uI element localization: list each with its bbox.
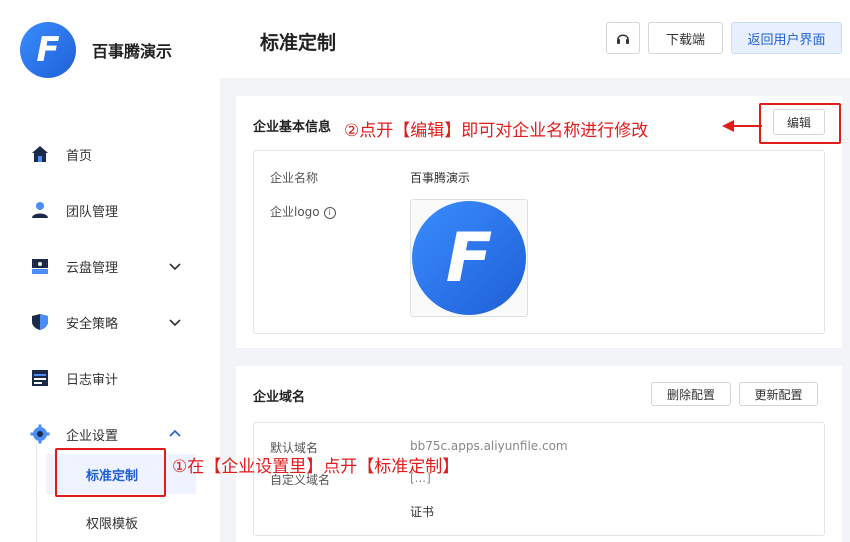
sidebar-subitem-label: 权限模板 bbox=[86, 516, 139, 532]
submenu-guide-line bbox=[36, 444, 37, 542]
enterprise-logo-label: 企业logo i bbox=[270, 203, 336, 220]
chevron-up-icon[interactable] bbox=[168, 427, 182, 441]
brand: F 百事腾演示 bbox=[20, 22, 172, 78]
header: 标准定制 下载端 返回用户界面 bbox=[220, 0, 850, 78]
edit-highlight-box bbox=[759, 103, 841, 144]
default-domain-value: bb75c.apps.aliyunfile.com bbox=[410, 439, 568, 453]
download-client-button[interactable]: 下载端 bbox=[648, 22, 723, 54]
certificate-label: 证书 bbox=[410, 505, 435, 519]
sidebar-item-label: 首页 bbox=[66, 148, 93, 164]
update-config-button[interactable]: 更新配置 bbox=[739, 382, 818, 406]
page-title: 标准定制 bbox=[260, 32, 337, 54]
sidebar-item-label: 安全策略 bbox=[66, 316, 119, 332]
domain-panel: 默认域名 bb75c.apps.aliyunfile.com 自定义域名 [..… bbox=[253, 422, 825, 536]
user-icon bbox=[30, 200, 50, 220]
sidebar-item-label: 企业设置 bbox=[66, 428, 119, 444]
sidebar-subitem-permission-template[interactable]: 权限模板 bbox=[46, 502, 196, 542]
arrow-left-icon bbox=[722, 120, 762, 132]
sidebar-item-security[interactable]: 安全策略 bbox=[0, 302, 220, 342]
sidebar-item-home[interactable]: 首页 bbox=[0, 134, 220, 174]
sidebar-item-log-audit[interactable]: 日志审计 bbox=[0, 358, 220, 398]
domain-title: 企业域名 bbox=[253, 390, 306, 405]
brand-logo: F bbox=[20, 22, 76, 78]
enterprise-logo-label-text: 企业logo bbox=[270, 205, 320, 219]
basic-info-panel: 企业名称 百事腾演示 企业logo i F bbox=[253, 150, 825, 334]
enterprise-logo: F bbox=[412, 201, 526, 315]
home-icon bbox=[30, 144, 50, 164]
sidebar-item-cloud-drive[interactable]: 云盘管理 bbox=[0, 246, 220, 286]
return-user-interface-button[interactable]: 返回用户界面 bbox=[731, 22, 842, 54]
log-icon bbox=[30, 368, 50, 388]
settings-hint-annotation: ①在【企业设置里】点开【标准定制】 bbox=[172, 457, 460, 477]
enterprise-name-label: 企业名称 bbox=[270, 171, 319, 185]
delete-config-button[interactable]: 删除配置 bbox=[651, 382, 731, 406]
chevron-down-icon[interactable] bbox=[168, 315, 182, 329]
edit-hint-annotation: ②点开【编辑】即可对企业名称进行修改 bbox=[344, 121, 649, 141]
chevron-down-icon[interactable] bbox=[168, 259, 182, 273]
cloud-drive-icon bbox=[30, 256, 50, 276]
basic-info-title: 企业基本信息 bbox=[253, 120, 332, 135]
standard-customization-highlight-box bbox=[55, 448, 166, 497]
headset-button[interactable] bbox=[606, 22, 640, 54]
info-icon[interactable]: i bbox=[323, 207, 336, 219]
enterprise-name-value: 百事腾演示 bbox=[410, 171, 471, 185]
gear-icon bbox=[30, 424, 50, 444]
brand-name: 百事腾演示 bbox=[92, 42, 173, 61]
enterprise-logo-image: F bbox=[410, 199, 528, 317]
sidebar-item-label: 团队管理 bbox=[66, 204, 119, 220]
sidebar-item-team[interactable]: 团队管理 bbox=[0, 190, 220, 230]
sidebar-item-label: 云盘管理 bbox=[66, 260, 119, 276]
shield-icon bbox=[30, 312, 50, 332]
sidebar-item-label: 日志审计 bbox=[66, 372, 119, 388]
headset-icon bbox=[617, 34, 629, 44]
